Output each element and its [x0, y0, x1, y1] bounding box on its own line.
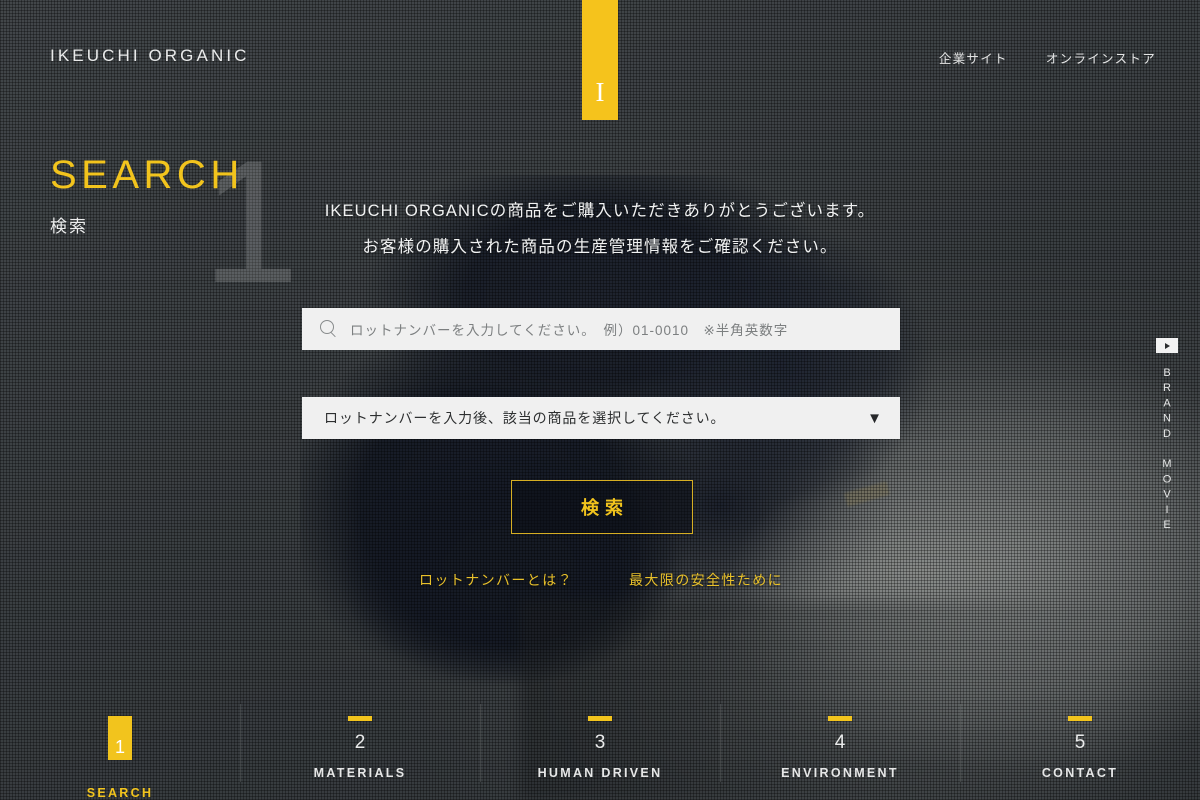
- section-nav-marker: [1068, 716, 1092, 721]
- nav-online-store[interactable]: オンラインストア: [1046, 48, 1156, 67]
- section-nav-number: 4: [834, 732, 846, 753]
- top-navigation: 企業サイト オンラインストア: [939, 48, 1156, 67]
- play-icon: [1156, 338, 1178, 353]
- page-root: IKEUCHI ORGANIC I 企業サイト オンラインストア 1 SEARC…: [0, 0, 1200, 800]
- product-select[interactable]: ロットナンバーを入力後、該当の商品を選択してください。 ▼: [302, 397, 900, 439]
- product-select-value: ロットナンバーを入力後、該当の商品を選択してください。: [324, 410, 726, 426]
- lot-search-form: ロットナンバーを入力してください。 例）01-0010 ※半角英数字 ロットナン…: [302, 308, 900, 588]
- link-what-is-lot-number[interactable]: ロットナンバーとは？: [419, 570, 573, 590]
- link-maximum-safety[interactable]: 最大限の安全性ために: [629, 570, 783, 590]
- section-nav-label: SEARCH: [86, 786, 154, 800]
- section-nav-marker: [348, 716, 372, 721]
- brand-logo-mark-glyph: I: [595, 77, 605, 107]
- intro-copy: IKEUCHI ORGANICの商品をご購入いただきありがとうございます。 お客…: [0, 203, 1200, 255]
- section-nav-item-environment[interactable]: 4 ENVIRONMENT: [720, 704, 960, 800]
- lot-number-search-field[interactable]: ロットナンバーを入力してください。 例）01-0010 ※半角英数字: [302, 308, 900, 350]
- section-navigation: 1 SEARCH 2 MATERIALS 3 HUMAN DRIVEN 4 EN…: [0, 704, 1200, 800]
- section-nav-item-search[interactable]: 1 SEARCH: [0, 704, 240, 800]
- section-nav-item-human-driven[interactable]: 3 HUMAN DRIVEN: [480, 704, 720, 800]
- nav-corporate-site[interactable]: 企業サイト: [939, 48, 1008, 67]
- site-header: IKEUCHI ORGANIC I 企業サイト オンラインストア: [0, 0, 1200, 120]
- intro-line-1: IKEUCHI ORGANICの商品をご購入いただきありがとうございます。: [324, 202, 876, 220]
- chevron-down-icon: ▼: [867, 409, 882, 427]
- section-nav-number: 1: [114, 737, 125, 757]
- section-nav-item-contact[interactable]: 5 CONTACT: [960, 704, 1200, 800]
- section-nav-marker: [828, 716, 852, 721]
- brand-logo-text[interactable]: IKEUCHI ORGANIC: [50, 46, 250, 66]
- section-nav-label: ENVIRONMENT: [781, 766, 899, 780]
- search-icon: [320, 320, 338, 338]
- intro-line-2: お客様の購入された商品の生産管理情報をご確認ください。: [362, 237, 838, 256]
- section-nav-number: 2: [354, 732, 366, 753]
- lot-number-input-placeholder: ロットナンバーを入力してください。 例）01-0010 ※半角英数字: [350, 323, 789, 338]
- section-nav-item-materials[interactable]: 2 MATERIALS: [240, 704, 480, 800]
- brand-movie-button[interactable]: BRAND MOVIE: [1152, 338, 1182, 534]
- form-help-links: ロットナンバーとは？ 最大限の安全性ために: [302, 570, 900, 590]
- search-submit-button[interactable]: 検索: [511, 480, 693, 534]
- section-title-en: SEARCH: [50, 153, 244, 197]
- section-nav-marker: [588, 716, 612, 721]
- section-nav-label: HUMAN DRIVEN: [537, 766, 663, 780]
- brand-movie-label: BRAND MOVIE: [1161, 367, 1173, 535]
- section-nav-number: 5: [1074, 732, 1086, 753]
- section-nav-label: MATERIALS: [313, 766, 407, 780]
- brand-logo-mark[interactable]: I: [582, 0, 618, 120]
- section-nav-label: CONTACT: [1041, 766, 1119, 780]
- section-nav-number: 3: [594, 732, 606, 753]
